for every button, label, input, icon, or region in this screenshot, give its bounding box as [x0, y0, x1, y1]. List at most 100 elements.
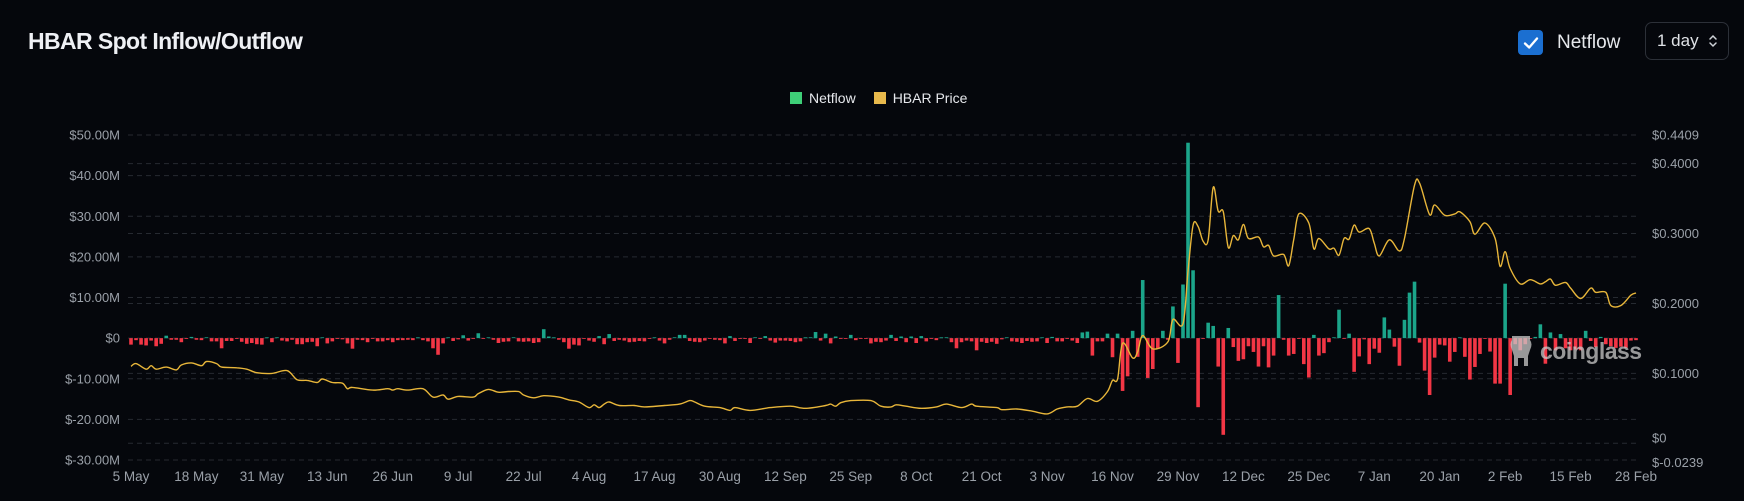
netflow-bar-inflow[interactable]	[1140, 280, 1145, 339]
netflow-bar-outflow[interactable]	[375, 338, 380, 342]
netflow-bar-outflow[interactable]	[1498, 338, 1502, 384]
netflow-bar-outflow[interactable]	[647, 338, 652, 339]
netflow-bar-outflow[interactable]	[1201, 338, 1205, 339]
netflow-bar-inflow[interactable]	[1407, 292, 1412, 339]
netflow-bar-outflow[interactable]	[1357, 338, 1361, 357]
netflow-bar-outflow[interactable]	[708, 338, 712, 339]
netflow-bar-outflow[interactable]	[1442, 338, 1447, 346]
netflow-bar-outflow[interactable]	[1075, 338, 1080, 343]
netflow-bar-outflow[interactable]	[954, 338, 959, 349]
netflow-bar-inflow[interactable]	[486, 337, 491, 339]
netflow-bar-outflow[interactable]	[562, 338, 566, 343]
netflow-bar-outflow[interactable]	[869, 338, 873, 344]
netflow-bar-outflow[interactable]	[295, 338, 299, 345]
netflow-bar-outflow[interactable]	[1342, 338, 1346, 339]
netflow-bar-outflow[interactable]	[949, 338, 954, 343]
netflow-bar-outflow[interactable]	[179, 338, 184, 343]
netflow-bar-inflow[interactable]	[1312, 334, 1316, 339]
netflow-bar-inflow[interactable]	[189, 336, 194, 339]
netflow-bar-inflow[interactable]	[541, 329, 546, 339]
netflow-bar-outflow[interactable]	[501, 338, 506, 342]
netflow-bar-outflow[interactable]	[1256, 338, 1261, 367]
netflow-bar-outflow[interactable]	[989, 338, 994, 342]
netflow-bar-outflow[interactable]	[1231, 338, 1236, 348]
netflow-bar-outflow[interactable]	[642, 338, 647, 342]
netflow-bar-outflow[interactable]	[244, 338, 249, 344]
netflow-bar-outflow[interactable]	[1296, 338, 1301, 339]
netflow-bar-inflow[interactable]	[1005, 337, 1009, 339]
netflow-bar-outflow[interactable]	[733, 338, 737, 341]
netflow-bar-outflow[interactable]	[536, 338, 541, 343]
netflow-bar-inflow[interactable]	[546, 336, 551, 339]
netflow-bar-outflow[interactable]	[1176, 338, 1180, 363]
netflow-bar-outflow[interactable]	[557, 338, 561, 340]
netflow-bar-inflow[interactable]	[919, 336, 924, 339]
netflow-bar-outflow[interactable]	[134, 338, 138, 341]
netflow-bar-outflow[interactable]	[1301, 338, 1306, 365]
netflow-bar-outflow[interactable]	[798, 338, 803, 342]
netflow-bar-outflow[interactable]	[723, 338, 727, 344]
netflow-bar-outflow[interactable]	[1291, 338, 1296, 354]
netflow-bar-outflow[interactable]	[1196, 338, 1200, 408]
netflow-bar-outflow[interactable]	[783, 338, 788, 341]
netflow-bar-outflow[interactable]	[466, 338, 471, 341]
netflow-bar-outflow[interactable]	[713, 338, 717, 340]
netflow-bar-inflow[interactable]	[1206, 322, 1210, 339]
netflow-bar-inflow[interactable]	[1115, 333, 1120, 339]
netflow-bar-inflow[interactable]	[1402, 319, 1407, 339]
netflow-bar-outflow[interactable]	[199, 338, 204, 341]
netflow-bar-inflow[interactable]	[803, 337, 808, 339]
netflow-bar-outflow[interactable]	[169, 338, 174, 340]
netflow-bar-outflow[interactable]	[934, 338, 939, 341]
netflow-bar-outflow[interactable]	[194, 338, 199, 340]
netflow-bar-outflow[interactable]	[572, 338, 576, 345]
netflow-bar-inflow[interactable]	[461, 335, 466, 339]
netflow-bar-outflow[interactable]	[587, 338, 591, 341]
netflow-bar-outflow[interactable]	[1427, 338, 1432, 395]
netflow-bar-outflow[interactable]	[1463, 338, 1467, 357]
netflow-bar-outflow[interactable]	[340, 338, 345, 340]
netflow-bar-outflow[interactable]	[401, 338, 405, 341]
netflow-bar-inflow[interactable]	[823, 333, 828, 339]
netflow-bar-outflow[interactable]	[285, 338, 289, 342]
netflow-bar-outflow[interactable]	[1060, 338, 1064, 342]
netflow-bar-outflow[interactable]	[974, 338, 979, 351]
netflow-bar-outflow[interactable]	[300, 338, 304, 345]
netflow-bar-outflow[interactable]	[637, 338, 642, 341]
netflow-bar-inflow[interactable]	[1191, 270, 1195, 339]
netflow-bar-outflow[interactable]	[1241, 338, 1246, 360]
netflow-bar-outflow[interactable]	[451, 338, 455, 341]
netflow-bar-outflow[interactable]	[738, 338, 742, 339]
netflow-bar-outflow[interactable]	[526, 338, 531, 342]
netflow-bar-outflow[interactable]	[703, 338, 707, 341]
netflow-bar-outflow[interactable]	[149, 338, 153, 341]
netflow-bar-inflow[interactable]	[833, 336, 838, 339]
netflow-bar-outflow[interactable]	[884, 338, 888, 341]
netflow-bar-inflow[interactable]	[164, 335, 169, 339]
netflow-bar-outflow[interactable]	[828, 338, 833, 344]
netflow-bar-outflow[interactable]	[360, 338, 365, 341]
netflow-bar-inflow[interactable]	[1130, 330, 1135, 339]
netflow-bar-outflow[interactable]	[1493, 338, 1497, 384]
netflow-bar-inflow[interactable]	[1332, 337, 1336, 339]
netflow-bar-outflow[interactable]	[154, 338, 158, 347]
netflow-bar-outflow[interactable]	[864, 338, 868, 339]
netflow-bar-outflow[interactable]	[778, 338, 783, 341]
netflow-bar-outflow[interactable]	[1322, 338, 1326, 354]
netflow-bar-inflow[interactable]	[909, 336, 913, 339]
netflow-bar-outflow[interactable]	[582, 338, 586, 339]
netflow-bar-inflow[interactable]	[1050, 336, 1054, 339]
netflow-bar-inflow[interactable]	[1211, 325, 1215, 339]
netflow-bar-outflow[interactable]	[1417, 338, 1422, 343]
netflow-bar-outflow[interactable]	[1483, 338, 1487, 339]
netflow-bar-outflow[interactable]	[999, 338, 1004, 340]
netflow-bar-outflow[interactable]	[239, 338, 244, 342]
netflow-bar-outflow[interactable]	[1281, 338, 1286, 340]
netflow-bar-outflow[interactable]	[1221, 338, 1226, 435]
netflow-bar-outflow[interactable]	[1065, 338, 1070, 339]
netflow-bar-outflow[interactable]	[1286, 338, 1291, 356]
netflow-bar-inflow[interactable]	[204, 337, 209, 339]
netflow-bar-outflow[interactable]	[325, 338, 330, 344]
netflow-bar-outflow[interactable]	[1362, 338, 1366, 340]
netflow-bar-outflow[interactable]	[1372, 338, 1377, 349]
